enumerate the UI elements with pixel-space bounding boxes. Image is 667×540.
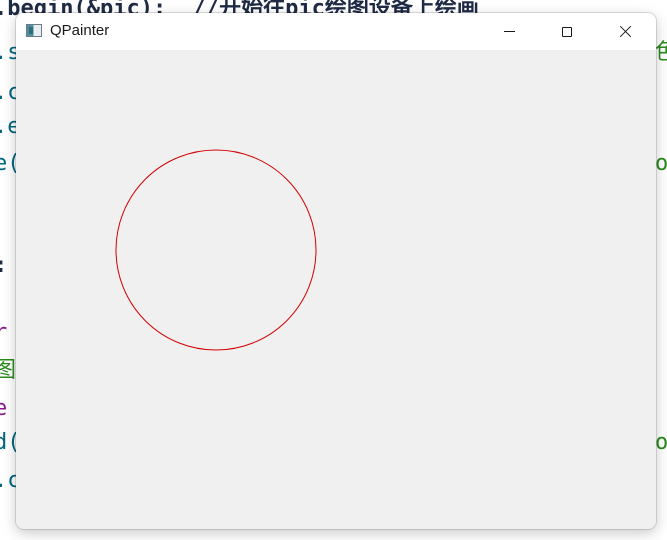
minimize-button[interactable] (480, 13, 538, 50)
window-title: QPainter (50, 22, 110, 39)
maximize-button[interactable] (538, 13, 596, 50)
code-fragment-right-1: 色 (655, 40, 667, 65)
code-fragment-right-2: o (655, 151, 667, 176)
maximize-icon (562, 26, 572, 37)
title-bar[interactable]: QPainter (16, 13, 656, 50)
painter-canvas (115, 149, 317, 351)
qpainter-window: QPainter (16, 13, 656, 529)
code-fragment-right-3: o (655, 430, 667, 455)
code-line-9: e (0, 396, 8, 421)
close-button[interactable] (596, 13, 654, 50)
close-icon (619, 25, 632, 38)
painter-client-area[interactable] (16, 50, 656, 529)
minimize-icon (503, 31, 515, 32)
drawn-circle (115, 149, 317, 351)
code-line-7: r (0, 320, 8, 345)
code-line-8: 图 (0, 358, 17, 383)
qt-window-icon[interactable] (26, 24, 42, 37)
